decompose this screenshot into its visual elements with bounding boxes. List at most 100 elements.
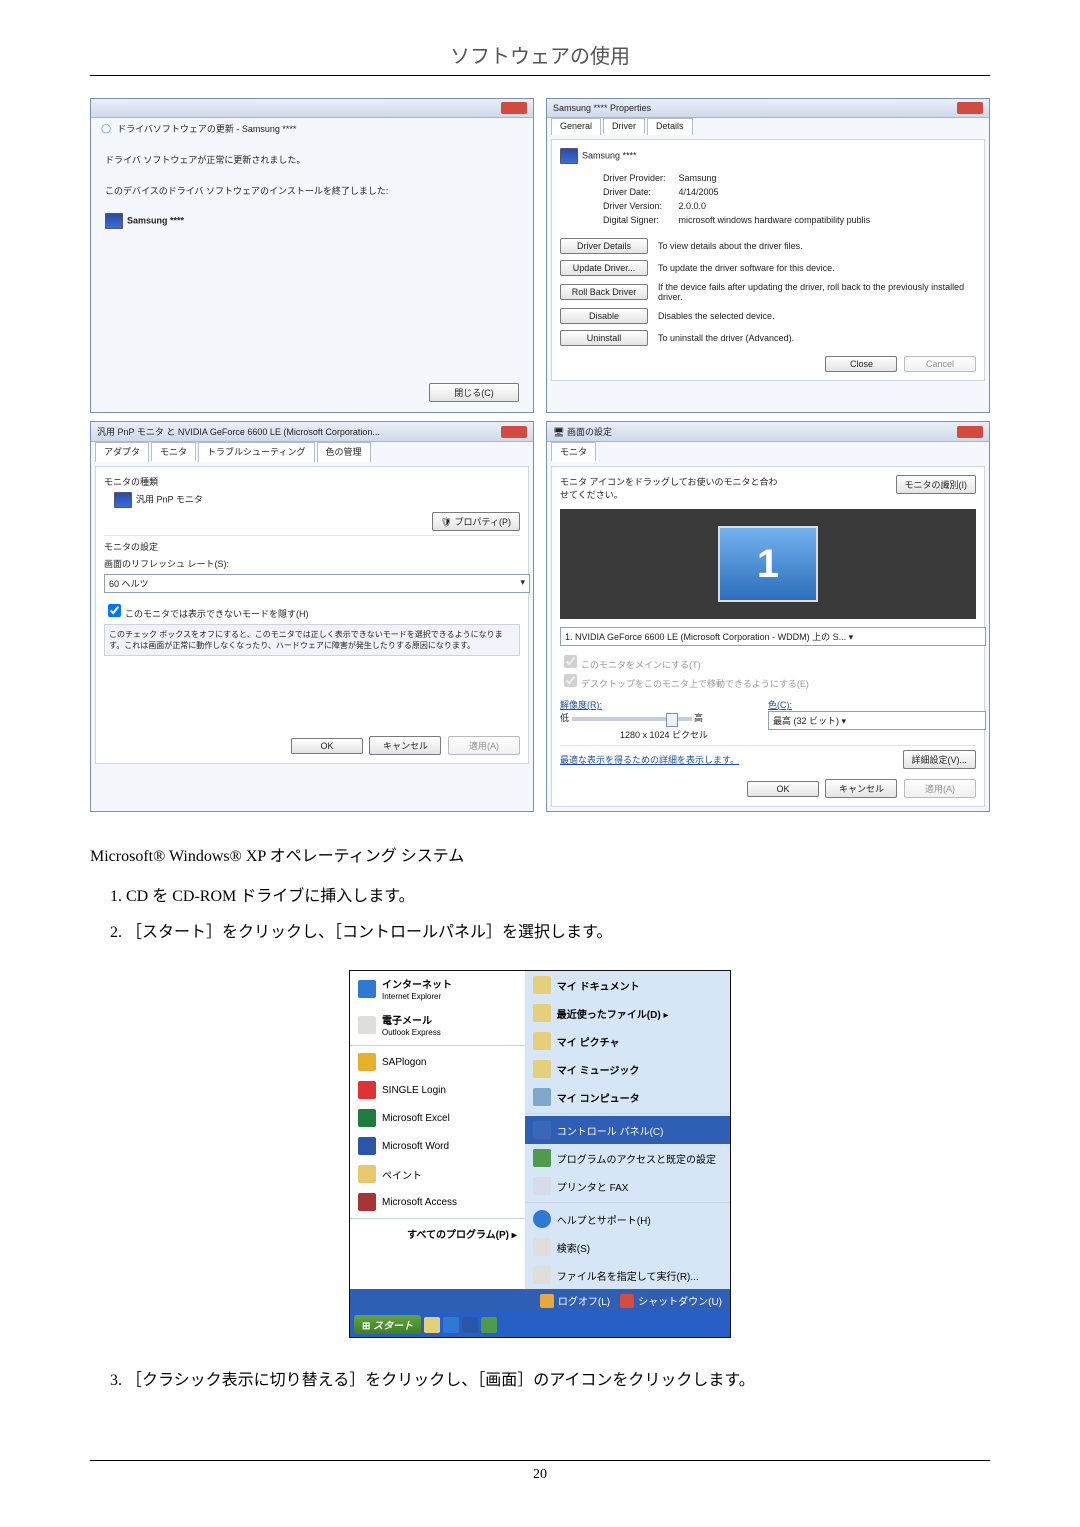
cancel-button[interactable]: キャンセル [369,736,441,755]
tab-details[interactable]: Details [647,118,693,135]
sm-excel[interactable]: Microsoft Excel [350,1104,525,1132]
sm-my-pictures[interactable]: マイ ピクチャ [525,1027,730,1055]
hide-modes-checkbox[interactable] [108,604,121,617]
folder-icon [533,1032,551,1050]
cancel-button[interactable]: キャンセル [825,779,897,798]
display-hint: モニタ アイコンをドラッグしてお使いのモニタと合わせてください。 [560,475,780,501]
sm-my-computer[interactable]: マイ コンピュータ [525,1083,730,1111]
wizard-close-button[interactable]: 閉じる(C) [429,383,519,402]
monitor-device-name: 汎用 PnP モニタ [136,494,203,504]
uninstall-button[interactable]: Uninstall [560,330,648,346]
driver-props-title: Samsung **** Properties [553,103,651,113]
step-2: ［スタート］をクリックし、［コントロールパネル］を選択します。 [126,918,990,942]
driver-properties-dialog: Samsung **** Properties General Driver D… [546,98,990,413]
page-title: ソフトウェアの使用 [90,40,990,76]
refresh-rate-label: 画面のリフレッシュ レート(S): [104,557,520,570]
properties-button[interactable]: 🛡 プロパティ(P) [432,512,520,531]
apply-button: 適用(A) [904,779,976,798]
wizard-status: ドライバ ソフトウェアが正常に更新されました。 [105,153,519,166]
folder-icon [533,1060,551,1078]
advanced-button[interactable]: 詳細設定(V)... [903,750,977,769]
resolution-slider[interactable] [572,717,692,721]
rollback-driver-button[interactable]: Roll Back Driver [560,284,648,300]
close-button[interactable]: Close [825,356,897,372]
taskbar-icon[interactable] [443,1317,459,1333]
tab-monitor[interactable]: モニタ [551,442,596,462]
cancel-button: Cancel [904,356,976,372]
sm-paint[interactable]: ペイント [350,1160,525,1188]
display-title: 画面の設定 [567,427,612,437]
resolution-value: 1280 x 1024 ピクセル [560,724,768,741]
start-button[interactable]: ⊞ スタート [354,1315,421,1334]
sap-icon [358,1053,376,1071]
color-label: 色(C): [768,698,976,711]
taskbar-icon[interactable] [462,1317,478,1333]
ok-button[interactable]: OK [747,781,819,797]
driver-update-wizard: ◯ ドライバソフトウェアの更新 - Samsung **** ドライバ ソフトウ… [90,98,534,413]
update-driver-button[interactable]: Update Driver... [560,260,648,276]
main-monitor-checkbox [564,655,577,668]
shutdown-button[interactable]: シャットダウン(U) [620,1293,722,1308]
tab-general[interactable]: General [551,118,601,135]
taskbar-icon[interactable] [424,1317,440,1333]
folder-icon [533,976,551,994]
color-select[interactable]: 最高 (32 ビット) ▾ [768,711,986,730]
sm-program-access[interactable]: プログラムのアクセスと既定の設定 [525,1144,730,1172]
sm-printers-fax[interactable]: プリンタと FAX [525,1172,730,1200]
taskbar-icon[interactable] [481,1317,497,1333]
logoff-button[interactable]: ログオフ(L) [540,1293,610,1308]
driver-details-button[interactable]: Driver Details [560,238,648,254]
close-icon[interactable] [501,102,527,114]
hide-modes-note: このチェック ボックスをオフにすると、このモニタでは正しく表示できないモードを選… [104,624,520,656]
sm-saplogon[interactable]: SAPlogon [350,1048,525,1076]
tab-adapter[interactable]: アダプタ [95,442,149,462]
tab-driver[interactable]: Driver [603,118,645,135]
access-icon [358,1193,376,1211]
advanced-link[interactable]: 最適な表示を得るための詳細を表示します。 [560,753,739,766]
excel-icon [358,1109,376,1127]
refresh-rate-select[interactable]: 60 ヘルツ▾ [104,574,530,593]
sm-help[interactable]: ヘルプとサポート(H) [525,1205,730,1233]
printer-icon [533,1177,551,1195]
monitor-icon [560,148,578,164]
close-icon[interactable] [957,426,983,438]
taskbar: ⊞ スタート [350,1312,730,1337]
shutdown-icon [620,1294,634,1308]
hide-modes-label: このモニタでは表示できないモードを隠す(H) [125,609,309,619]
sm-internet[interactable]: インターネットInternet Explorer [350,971,525,1007]
identify-button[interactable]: モニタの識別(I) [896,475,977,494]
close-icon[interactable] [957,102,983,114]
section-monitor-type: モニタの種類 [104,475,520,488]
tab-monitor[interactable]: モニタ [151,442,196,462]
wizard-breadcrumb: ドライバソフトウェアの更新 - Samsung **** [117,122,296,135]
monitor-preview[interactable]: 1 [560,509,976,619]
sm-single-login[interactable]: SINGLE Login [350,1076,525,1104]
sm-my-music[interactable]: マイ ミュージック [525,1055,730,1083]
single-login-icon [358,1081,376,1099]
ok-button[interactable]: OK [291,738,363,754]
sm-access[interactable]: Microsoft Access [350,1188,525,1216]
sm-search[interactable]: 検索(S) [525,1233,730,1261]
sm-all-programs[interactable]: すべてのプログラム(P) ▸ [350,1221,525,1246]
extend-desktop-label: デスクトップをこのモニタ上で移動できるようにする(E) [581,679,809,689]
wizard-device-line: このデバイスのドライバ ソフトウェアのインストールを終了しました: [105,184,519,197]
sm-run[interactable]: ファイル名を指定して実行(R)... [525,1261,730,1289]
extend-desktop-checkbox [564,674,577,687]
step-1: CD を CD-ROM ドライブに挿入します。 [126,882,990,906]
adapter-select[interactable]: 1. NVIDIA GeForce 6600 LE (Microsoft Cor… [560,627,986,646]
sm-my-documents[interactable]: マイ ドキュメント [525,971,730,999]
monitor-properties-dialog: 汎用 PnP モニタ と NVIDIA GeForce 6600 LE (Mic… [90,421,534,812]
sm-mail[interactable]: 電子メールOutlook Express [350,1007,525,1043]
sm-recent[interactable]: 最近使ったファイル(D) ▸ [525,999,730,1027]
tab-troubleshoot[interactable]: トラブルシューティング [198,442,314,462]
update-driver-desc: To update the driver software for this d… [658,263,835,273]
uninstall-desc: To uninstall the driver (Advanced). [658,333,794,343]
tab-color[interactable]: 色の管理 [317,442,371,462]
step-3: ［クラシック表示に切り替える］をクリックし、［画面］のアイコンをクリックします。 [126,1366,990,1390]
disable-button[interactable]: Disable [560,308,648,324]
sm-word[interactable]: Microsoft Word [350,1132,525,1160]
instruction-steps: ［クラシック表示に切り替える］をクリックし、［画面］のアイコンをクリックします。 [90,1366,990,1390]
close-icon[interactable] [501,426,527,438]
sm-control-panel[interactable]: コントロール パネル(C) [525,1116,730,1144]
rollback-driver-desc: If the device fails after updating the d… [658,282,976,302]
